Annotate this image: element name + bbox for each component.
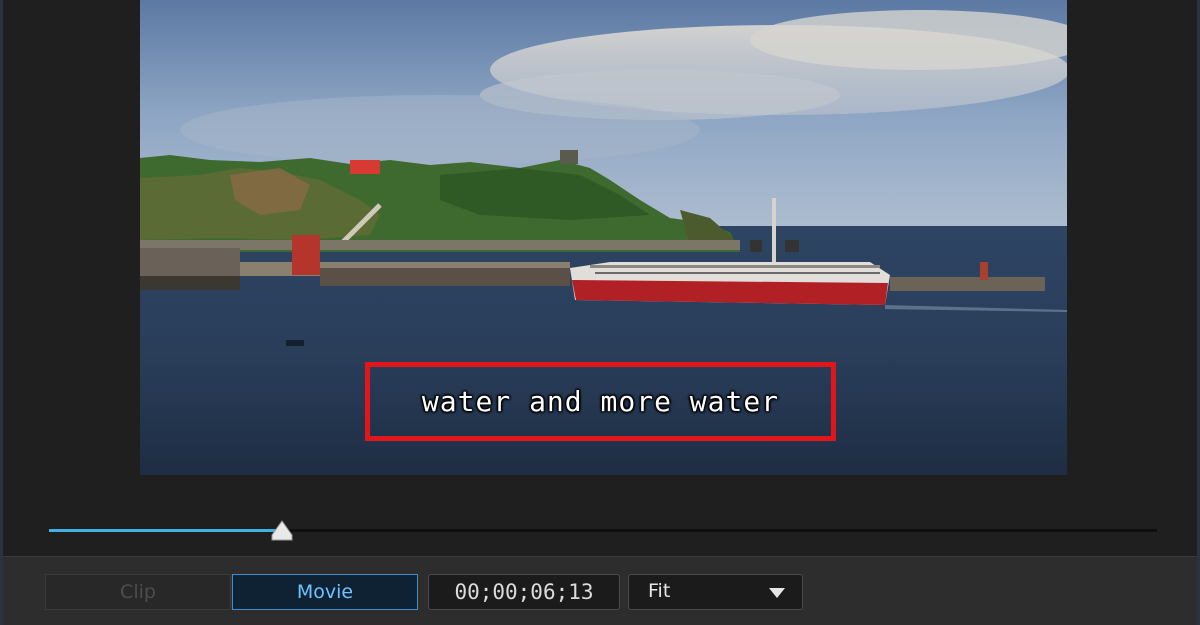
movie-mode-button[interactable]: Movie	[232, 574, 418, 610]
timecode-display[interactable]: 00;00;06;13	[428, 574, 620, 610]
preview-panel: water and more water	[3, 0, 1197, 541]
chevron-down-icon	[769, 588, 785, 598]
zoom-fit-dropdown[interactable]: Fit	[628, 574, 803, 610]
clip-mode-button[interactable]: Clip	[45, 574, 231, 610]
subtitle-highlight-box[interactable]: water and more water	[365, 362, 836, 441]
preview-toolbar: Clip Movie 00;00;06;13 Fit	[3, 556, 1197, 625]
video-editor-preview: water and more water Clip Movie 00;00;06…	[0, 0, 1200, 625]
scrubber-progress	[49, 529, 282, 532]
playhead-triangle-up-icon[interactable]	[270, 520, 294, 542]
subtitle-text: water and more water	[421, 385, 780, 418]
zoom-fit-value: Fit	[648, 580, 671, 602]
timeline-scrubber[interactable]	[49, 520, 1157, 541]
